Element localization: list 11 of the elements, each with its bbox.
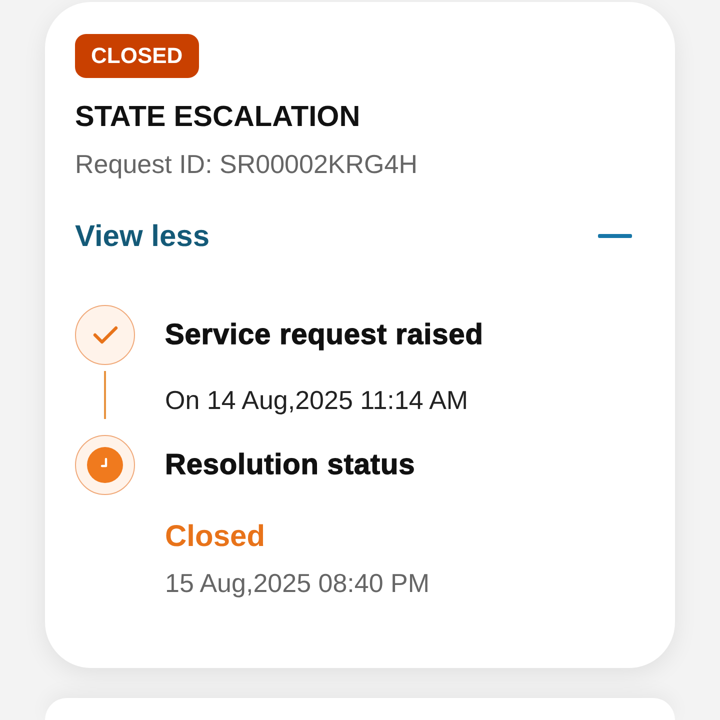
view-less-link[interactable]: View less (75, 220, 210, 254)
request-id: Request ID: SR00002KRG4H (75, 149, 418, 179)
step-status: Closed (165, 520, 266, 554)
status-badge: CLOSED (75, 34, 199, 78)
step-title: Resolution status (165, 448, 416, 482)
step-title: Service request raised (165, 318, 484, 352)
timeline-connector (104, 371, 106, 419)
step-date: 15 Aug,2025 08:40 PM (165, 568, 430, 598)
request-title: STATE ESCALATION (75, 100, 360, 134)
minus-icon[interactable] (598, 234, 632, 238)
step-date: On 14 Aug,2025 11:14 AM (165, 385, 468, 415)
